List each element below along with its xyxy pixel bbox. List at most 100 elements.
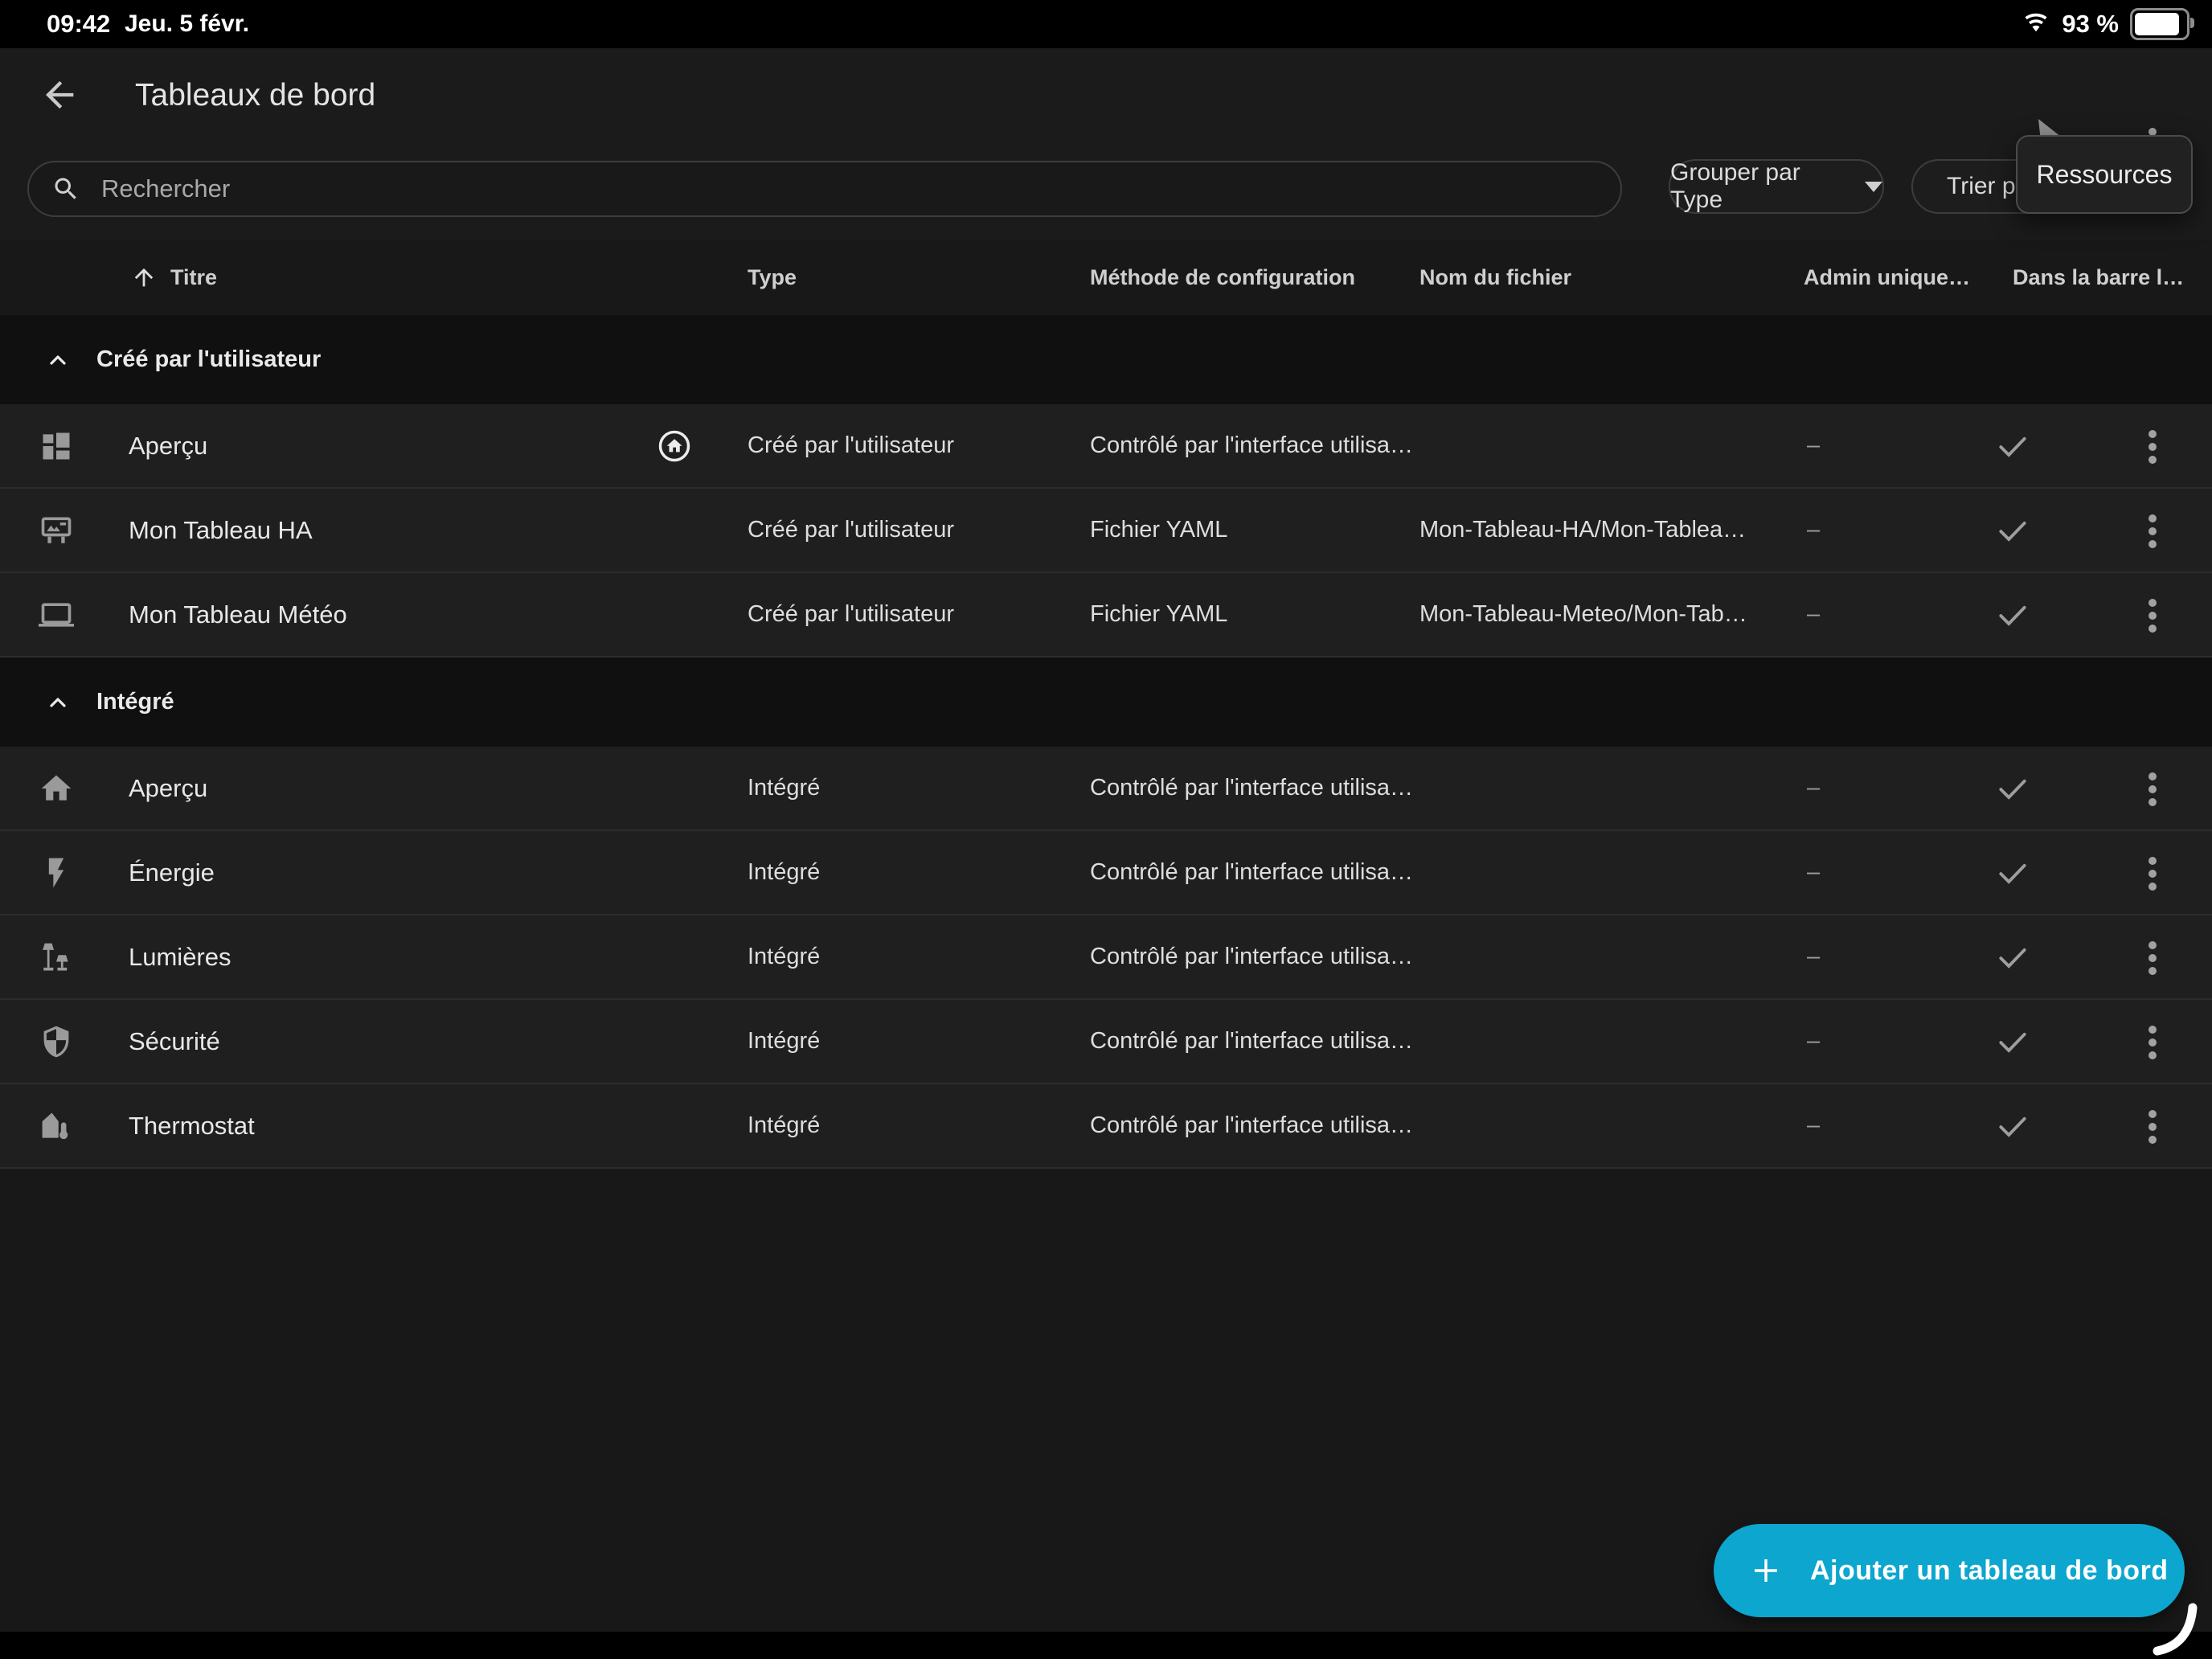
plus-icon [1749, 1554, 1783, 1587]
date: Jeu. 5 févr. [125, 0, 249, 48]
row-type: Créé par l'utilisateur [748, 489, 954, 571]
row-filename: Mon-Tableau-HA/Mon-Tablea… [1419, 489, 1746, 571]
page-title: Tableaux de bord [135, 48, 375, 143]
lightning-icon [39, 855, 74, 891]
status-bar: 09:42 Jeu. 5 févr. 93 % [0, 0, 2212, 48]
check-icon [1995, 771, 2030, 806]
search-placeholder: Rechercher [101, 174, 230, 203]
row-type: Intégré [748, 747, 820, 830]
menu-item-resources[interactable]: Ressources [2037, 160, 2173, 190]
group-label: Créé par l'utilisateur [96, 315, 321, 404]
chevron-down-icon [1865, 182, 1882, 192]
add-dashboard-button[interactable]: Ajouter un tableau de bord [1714, 1524, 2185, 1617]
row-title: Énergie [129, 831, 215, 914]
check-icon [1995, 597, 2030, 633]
check-icon [1995, 513, 2030, 548]
row-admin-only: – [1807, 916, 1820, 998]
row-type: Intégré [748, 1000, 820, 1083]
group-header[interactable]: Intégré [0, 657, 2212, 747]
pen-stroke-decoration [2148, 1595, 2212, 1659]
row-admin-only: – [1807, 573, 1820, 656]
shield-icon [39, 1024, 74, 1059]
toolbar: Rechercher Grouper par Type Trier par T [0, 143, 2212, 241]
check-icon [1995, 1108, 2030, 1144]
row-method: Contrôlé par l'interface utilisa… [1090, 1084, 1413, 1167]
column-header-method[interactable]: Méthode de configuration [1090, 240, 1355, 315]
check-icon [1995, 1024, 2030, 1059]
app-header: Tableaux de bord [0, 48, 2212, 143]
row-overflow-menu-icon[interactable] [2138, 916, 2167, 1000]
table-row[interactable]: Énergie Intégré Contrôlé par l'interface u… [0, 831, 2212, 916]
row-overflow-menu-icon[interactable] [2138, 1000, 2167, 1084]
check-icon [1995, 855, 2030, 891]
row-type: Intégré [748, 831, 820, 914]
row-overflow-menu-icon[interactable] [2138, 573, 2167, 657]
row-method: Contrôlé par l'interface utilisa… [1090, 404, 1413, 487]
table-row[interactable]: Lumières Intégré Contrôlé par l'interface … [0, 916, 2212, 1000]
group-label: Intégré [96, 657, 174, 747]
billboard-icon [39, 513, 74, 548]
table-header: Titre Type Méthode de configuration Nom … [0, 240, 2212, 315]
chevron-up-icon [45, 347, 71, 377]
bottom-bezel [0, 1632, 2212, 1659]
row-title: Sécurité [129, 1000, 220, 1083]
row-method: Fichier YAML [1090, 573, 1227, 656]
check-icon [1995, 428, 2030, 464]
column-header-type[interactable]: Type [748, 240, 797, 315]
row-title: Lumières [129, 916, 231, 998]
row-admin-only: – [1807, 489, 1820, 571]
column-header-sidebar[interactable]: Dans la barre l… [2013, 240, 2184, 315]
row-admin-only: – [1807, 1000, 1820, 1083]
table-row[interactable]: Sécurité Intégré Contrôlé par l'interface … [0, 1000, 2212, 1084]
clock: 09:42 [47, 0, 110, 48]
row-admin-only: – [1807, 831, 1820, 914]
check-icon [1995, 940, 2030, 975]
row-type: Créé par l'utilisateur [748, 573, 954, 656]
row-admin-only: – [1807, 1084, 1820, 1167]
dashboards-settings-screen: 09:42 Jeu. 5 févr. 93 % Tableaux de bord… [0, 0, 2212, 1659]
view-dashboard-icon [39, 428, 74, 464]
group-header[interactable]: Créé par l'utilisateur [0, 315, 2212, 404]
back-arrow-icon[interactable] [39, 74, 80, 116]
row-method: Fichier YAML [1090, 489, 1227, 571]
row-overflow-menu-icon[interactable] [2138, 747, 2167, 831]
battery-icon [2130, 8, 2189, 40]
search-icon [51, 174, 80, 203]
row-type: Intégré [748, 916, 820, 998]
wifi-icon [2022, 10, 2050, 39]
row-overflow-menu-icon[interactable] [2138, 404, 2167, 489]
row-admin-only: – [1807, 404, 1820, 487]
column-header-title[interactable]: Titre [170, 240, 217, 315]
row-title: Aperçu [129, 404, 207, 487]
row-title: Mon Tableau HA [129, 489, 313, 571]
row-type: Intégré [748, 1084, 820, 1167]
row-method: Contrôlé par l'interface utilisa… [1090, 1000, 1413, 1083]
table-row[interactable]: ThermostatIntégréContrôlé par l'interfac… [0, 1084, 2212, 1169]
home-circle-icon [657, 429, 691, 463]
home-icon [39, 771, 74, 806]
row-method: Contrôlé par l'interface utilisa… [1090, 916, 1413, 998]
row-overflow-menu-icon[interactable] [2138, 1084, 2167, 1169]
row-admin-only: – [1807, 747, 1820, 830]
group-by-button[interactable]: Grouper par Type [1669, 159, 1884, 214]
row-method: Contrôlé par l'interface utilisa… [1090, 747, 1413, 830]
search-input[interactable]: Rechercher [27, 161, 1622, 217]
table-row[interactable]: Mon Tableau HA Créé par l'utilisateur Fich… [0, 489, 2212, 573]
row-overflow-menu-icon[interactable] [2138, 489, 2167, 573]
row-type: Créé par l'utilisateur [748, 404, 954, 487]
sort-asc-arrow-icon [130, 264, 158, 295]
table-row[interactable]: Mon Tableau Météo Créé par l'utilisateur F… [0, 573, 2212, 657]
overflow-menu-popup: Ressources [2016, 135, 2193, 214]
table-row[interactable]: Aperçu Créé par l'utilisateur Contrôlé par… [0, 404, 2212, 489]
table-row[interactable]: AperçuIntégréContrôlé par l'interface ut… [0, 747, 2212, 831]
row-overflow-menu-icon[interactable] [2138, 831, 2167, 916]
column-header-admin[interactable]: Admin unique… [1804, 240, 1970, 315]
column-header-filename[interactable]: Nom du fichier [1419, 240, 1571, 315]
row-method: Contrôlé par l'interface utilisa… [1090, 831, 1413, 914]
home-thermometer-icon [39, 1108, 74, 1144]
row-title: Mon Tableau Météo [129, 573, 347, 656]
battery-percent: 93 % [2062, 10, 2119, 39]
row-filename: Mon-Tableau-Meteo/Mon-Tab… [1419, 573, 1747, 656]
lamps-icon [39, 940, 74, 975]
chevron-up-icon [45, 690, 71, 719]
